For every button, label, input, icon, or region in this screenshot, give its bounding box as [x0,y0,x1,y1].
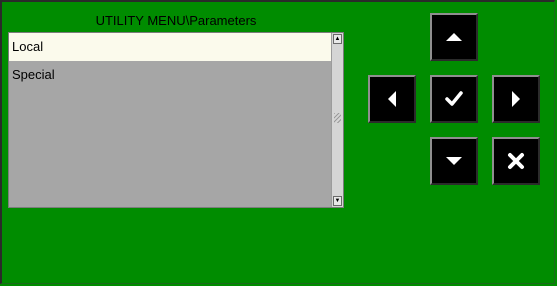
menu-title: UTILITY MENU\Parameters [95,13,257,28]
list-item-special[interactable]: Special [9,61,331,89]
left-arrow-icon [388,91,396,107]
cancel-button[interactable] [492,137,540,185]
right-arrow-icon [512,91,520,107]
list-item-local[interactable]: Local [9,33,331,61]
parameter-list[interactable]: Local Special ▲ ▼ [8,32,344,208]
up-arrow-icon [446,33,462,41]
scroll-grip[interactable] [334,113,341,123]
scroll-down-button[interactable]: ▼ [333,196,342,206]
scroll-up-button[interactable]: ▲ [333,34,342,44]
left-button[interactable] [368,75,416,123]
confirm-button[interactable] [430,75,478,123]
list-scrollbar[interactable]: ▲ ▼ [331,33,343,207]
cross-icon [508,153,524,169]
down-arrow-icon [446,157,462,165]
right-button[interactable] [492,75,540,123]
down-button[interactable] [430,137,478,185]
up-button[interactable] [430,13,478,61]
checkmark-icon [445,91,463,106]
